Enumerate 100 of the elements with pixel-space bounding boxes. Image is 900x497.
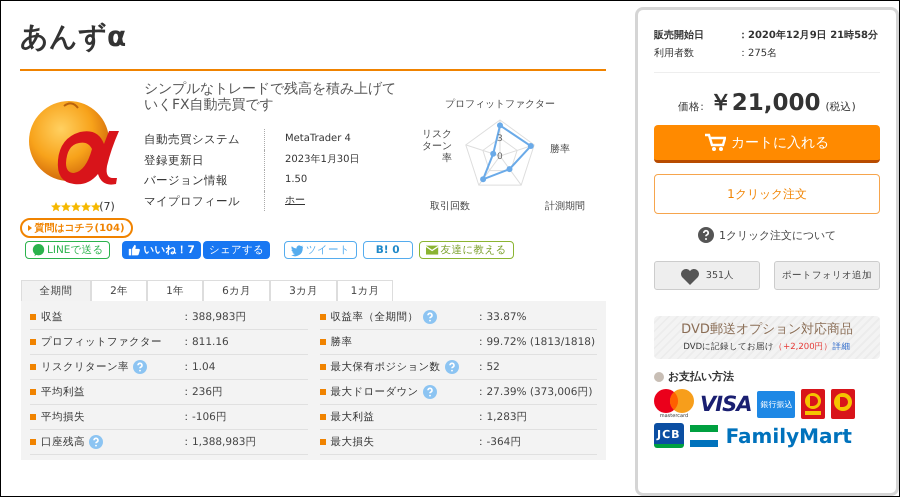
info-label: 自動売買システム <box>144 131 241 148</box>
jcb-logo: JCB <box>654 423 684 448</box>
period-tab[interactable]: 3カ月 <box>270 280 337 301</box>
star-icon <box>71 202 81 212</box>
payment-heading: お支払い方法 <box>668 369 734 384</box>
tax-note: (税込) <box>826 100 856 114</box>
stat-value: ：-364円 <box>476 435 522 449</box>
radar-data-line <box>480 122 534 182</box>
stat-label: リスクリターン率 <box>41 360 129 374</box>
stat-value: ：33.87% <box>476 310 527 324</box>
stat-value: ：52 <box>476 360 500 374</box>
star-icon <box>91 202 101 212</box>
details-link[interactable]: 詳細 <box>832 342 851 352</box>
envelope-icon <box>426 244 439 256</box>
meta-value: ：275名 <box>738 47 778 60</box>
info-label: マイプロフィール <box>144 192 241 210</box>
product-title: あんずα <box>20 19 128 55</box>
radar-grid <box>465 119 535 186</box>
stat-label: 収益率（全期間） <box>330 310 418 324</box>
radar-tick-label: 0 <box>497 152 503 162</box>
hatena-share-button[interactable]: B! 0 <box>362 241 413 259</box>
info-value: MetaTrader 4 <box>284 132 351 146</box>
visa-logo: VISA <box>700 392 752 416</box>
period-tab[interactable]: 全期間 <box>21 280 91 301</box>
period-tab[interactable]: 2年 <box>91 280 147 301</box>
bullet-square-icon <box>30 339 36 345</box>
dvd-title: DVD郵送オプション対応商品 <box>680 321 854 338</box>
stat-value: ：1.04 <box>181 360 216 374</box>
stat-value: ：1,388,983円 <box>181 435 256 449</box>
bullet-square-icon <box>320 364 326 370</box>
price-value: ￥21,000 <box>708 89 821 118</box>
thumbs-up-icon <box>128 244 142 256</box>
radar-axis-label: 勝率 <box>550 144 570 156</box>
info-value: 2023年1月30日 <box>284 152 360 166</box>
stat-value: ：236円 <box>181 385 224 399</box>
stat-label: 口座残高 <box>41 435 85 449</box>
stat-value: ：-106円 <box>181 410 227 424</box>
bullet-square-icon <box>320 339 326 345</box>
star-icon <box>61 202 71 212</box>
stat-label: 平均損失 <box>41 410 85 424</box>
radar-axis-label: 取引回数 <box>429 201 471 213</box>
bird-icon <box>290 244 304 256</box>
bullet-square-icon <box>320 389 326 395</box>
d-mark-logo <box>831 389 856 419</box>
meta-label: 販売開始日 <box>654 28 705 42</box>
bullet-square-icon <box>30 389 36 395</box>
info-value: 1.50 <box>284 173 308 187</box>
speech-bubble-icon <box>32 244 45 256</box>
radar-axis-label: プロフィットファクター <box>444 99 556 111</box>
stat-label: 最大利益 <box>330 410 374 424</box>
stat-label: 最大ドローダウン <box>330 385 418 399</box>
stat-label: 収益 <box>41 310 63 324</box>
bullet-square-icon <box>30 364 36 370</box>
period-tab[interactable]: 1カ月 <box>337 280 393 301</box>
bank-transfer-logo: 銀行振込 <box>757 390 796 418</box>
d-mark-logo <box>801 389 826 419</box>
like-share-button[interactable]: いいね！7 <box>122 241 201 259</box>
dvd-text: DVDに記録してお届け <box>683 342 774 352</box>
period-tab[interactable]: 6カ月 <box>203 280 270 301</box>
add-portfolio-button[interactable]: ポートフォリオ追加 <box>774 261 880 290</box>
bullet-square-icon <box>30 414 36 420</box>
stat-value: ：27.39% (373,006円) <box>476 385 592 399</box>
familymart-logo-text: FamilyMart <box>726 424 852 448</box>
question-icon <box>698 227 714 243</box>
one-click-help-link[interactable]: 1クリック注文について <box>654 227 880 243</box>
radar-axis-label: 計測期間 <box>545 201 585 213</box>
meta-value: ：2020年12月9日 21時58分 <box>738 28 880 42</box>
cart-icon <box>705 133 726 152</box>
radar-axis-label: リスクターン率 <box>421 129 452 165</box>
overlapping-circles-icon <box>654 389 694 413</box>
stat-value: ：811.16 <box>181 335 229 349</box>
radar-tick-label: 3 <box>497 134 503 144</box>
stat-value: ：1,283円 <box>476 410 528 424</box>
stat-value: ：388,983円 <box>181 310 246 324</box>
triangle-icon <box>28 225 32 231</box>
dvd-price-note: （+2,200円） <box>774 342 833 352</box>
period-tab[interactable]: 1年 <box>147 280 203 301</box>
bullet-square-icon <box>320 314 326 320</box>
profile-link[interactable]: ホー <box>265 190 305 211</box>
heart-icon <box>680 266 700 284</box>
favorite-button[interactable]: 351人 <box>654 261 760 290</box>
info-label: バージョン情報 <box>144 172 229 189</box>
stat-label: 最大保有ポジション数 <box>330 360 440 374</box>
price-label: 価格: <box>678 100 704 114</box>
meta-label: 利用者数 <box>654 46 695 60</box>
stat-label: プロフィットファクター <box>41 335 162 349</box>
stat-label: 最大損失 <box>330 435 374 449</box>
stat-label: 勝率 <box>330 335 352 349</box>
star-icon <box>51 202 61 212</box>
share-share-button[interactable]: シェアする <box>202 241 270 259</box>
star-icon <box>81 202 91 212</box>
bullet-square-icon <box>320 439 326 445</box>
bullet-square-icon <box>320 414 326 420</box>
bullet-square-icon <box>30 439 36 445</box>
stat-value: ：99.72% (1813/1818) <box>476 335 596 349</box>
stat-label: 平均利益 <box>41 385 85 399</box>
striped-bars-icon <box>690 424 718 446</box>
bullet-square-icon <box>30 314 36 320</box>
review-count: (7) <box>99 200 115 213</box>
product-description: シンプルなトレードで残高を積み上げていくFX自動売買です <box>144 81 397 113</box>
